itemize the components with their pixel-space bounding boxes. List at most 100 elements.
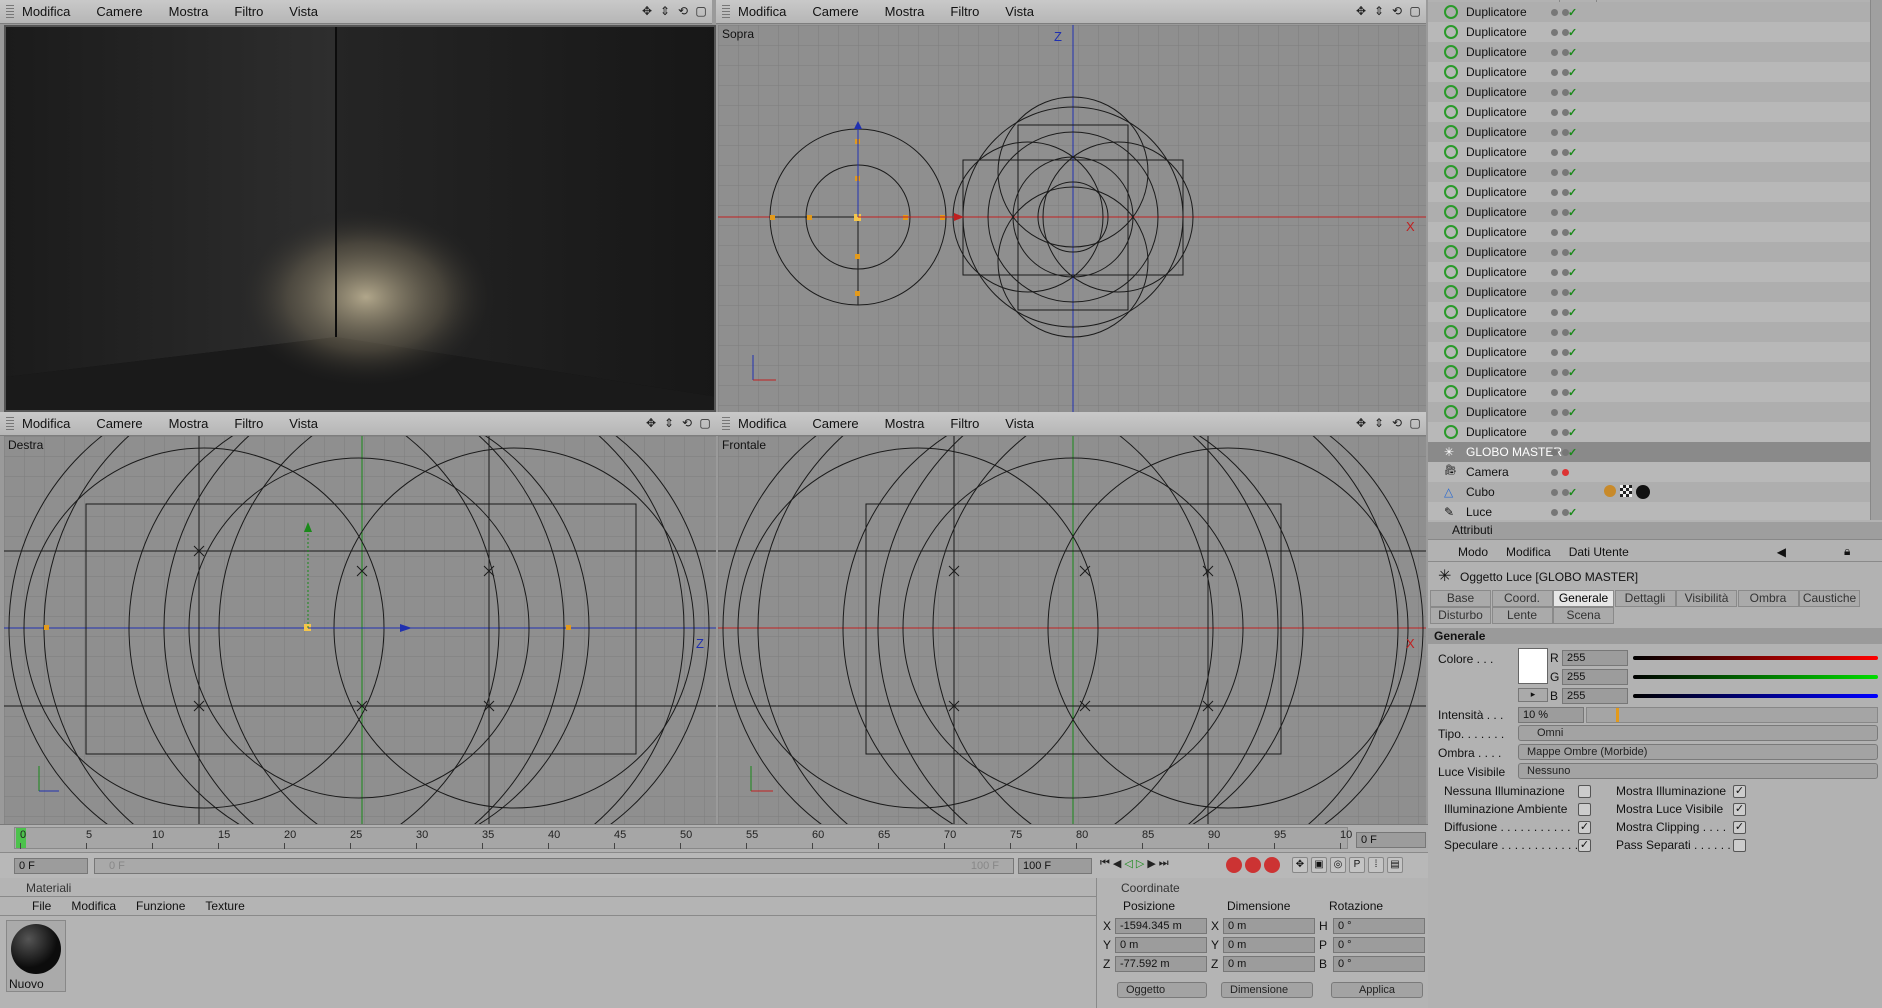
menu-filtro[interactable]: Filtro	[234, 416, 263, 431]
tab-a3[interactable]: Dettagli	[1614, 590, 1676, 607]
visibility-dots[interactable]	[1551, 308, 1569, 316]
enabled-check-icon[interactable]: ✓	[1568, 26, 1577, 39]
visibility-dots[interactable]	[1551, 188, 1569, 196]
object-row-luce[interactable]: ✎ Luce ✓	[1428, 502, 1882, 522]
visibility-dots[interactable]	[1551, 108, 1569, 116]
tab-b0[interactable]: Disturbo	[1430, 607, 1491, 624]
tab-a6[interactable]: Caustiche	[1799, 590, 1860, 607]
object-row-duplicatore[interactable]: Duplicatore ✓	[1428, 82, 1882, 102]
object-row-duplicatore[interactable]: Duplicatore ✓	[1428, 222, 1882, 242]
check-left-0-checkbox[interactable]	[1578, 785, 1591, 798]
rotate-view-icon[interactable]: ⟲	[680, 416, 694, 430]
position-field[interactable]: -1594.345 m	[1115, 918, 1207, 934]
maximize-icon[interactable]: ▢	[694, 4, 708, 18]
enabled-check-icon[interactable]: ✓	[1568, 506, 1577, 519]
visibility-dots[interactable]	[1551, 448, 1569, 456]
visibility-dots[interactable]	[1551, 208, 1569, 216]
enabled-check-icon[interactable]: ✓	[1568, 306, 1577, 319]
pos-key-icon[interactable]: ✥	[1292, 857, 1308, 873]
menu-modo[interactable]: Modo	[1458, 545, 1488, 559]
rotation-field[interactable]: 0 °	[1333, 918, 1425, 934]
intensity-field[interactable]: 10 %	[1518, 707, 1584, 723]
object-row-duplicatore[interactable]: Duplicatore ✓	[1428, 2, 1882, 22]
r-slider[interactable]	[1633, 656, 1878, 660]
grip-handle[interactable]	[6, 5, 14, 19]
menu-texture[interactable]: Texture	[205, 899, 244, 913]
scale-key-icon[interactable]: ▣	[1311, 857, 1327, 873]
tab-b2[interactable]: Scena	[1553, 607, 1614, 624]
enabled-check-icon[interactable]: ✓	[1568, 206, 1577, 219]
check-right-1-checkbox[interactable]: ✓	[1733, 803, 1746, 816]
g-slider[interactable]	[1633, 675, 1878, 679]
keyframe-sel-icon[interactable]	[1264, 857, 1280, 873]
r-field[interactable]: 255	[1562, 650, 1628, 666]
object-row-globo[interactable]: ✳ GLOBO MASTER ✓	[1428, 442, 1882, 462]
b-slider[interactable]	[1633, 694, 1878, 698]
autokey-icon[interactable]	[1245, 857, 1261, 873]
enabled-check-icon[interactable]: ✓	[1568, 446, 1577, 459]
menu-camere[interactable]: Camere	[96, 416, 142, 431]
viewport-top[interactable]: Z X Sopra	[718, 25, 1426, 412]
visibility-dots[interactable]	[1551, 268, 1569, 276]
tab-b1[interactable]: Lente	[1491, 607, 1553, 624]
intensity-slider[interactable]	[1586, 707, 1878, 723]
menu-camere[interactable]: Camere	[812, 4, 858, 19]
object-row-cubo[interactable]: △ Cubo ✓	[1428, 482, 1882, 502]
object-row-duplicatore[interactable]: Duplicatore ✓	[1428, 262, 1882, 282]
menu-modifica[interactable]: Modifica	[738, 4, 786, 19]
menu-mostra[interactable]: Mostra	[169, 416, 209, 431]
enabled-check-icon[interactable]: ✓	[1568, 146, 1577, 159]
sphere-tag-icon[interactable]	[1636, 485, 1650, 499]
enabled-check-icon[interactable]: ✓	[1568, 426, 1577, 439]
intensity-slider-handle[interactable]	[1616, 708, 1619, 722]
goto-start-icon[interactable]: ⏮	[1100, 857, 1110, 870]
enabled-check-icon[interactable]: ✓	[1568, 166, 1577, 179]
visibility-dots[interactable]	[1551, 468, 1569, 476]
visibility-dots[interactable]	[1551, 48, 1569, 56]
end-frame-field[interactable]: 100 F	[1018, 858, 1092, 874]
object-row-duplicatore[interactable]: Duplicatore ✓	[1428, 122, 1882, 142]
object-row-duplicatore[interactable]: Duplicatore ✓	[1428, 102, 1882, 122]
tag-icons[interactable]	[1604, 485, 1650, 499]
enabled-check-icon[interactable]: ✓	[1568, 386, 1577, 399]
menu-filtro[interactable]: Filtro	[950, 416, 979, 431]
range-slider[interactable]: 0 F 100 F	[94, 858, 1014, 874]
shadow-dropdown[interactable]: Mappe Ombre (Morbide)	[1518, 744, 1878, 760]
menu-vista[interactable]: Vista	[289, 416, 318, 431]
record-icon[interactable]	[1226, 857, 1242, 873]
menu-filtro[interactable]: Filtro	[234, 4, 263, 19]
object-row-duplicatore[interactable]: Duplicatore ✓	[1428, 202, 1882, 222]
scale-view-icon[interactable]: ⇕	[1372, 4, 1386, 18]
prev-key-icon[interactable]: ◀	[1113, 857, 1121, 870]
object-row-duplicatore[interactable]: Duplicatore ✓	[1428, 242, 1882, 262]
viewport-right[interactable]: Z Destra	[4, 436, 716, 824]
menu-vista[interactable]: Vista	[1005, 416, 1034, 431]
menu-camere[interactable]: Camere	[96, 4, 142, 19]
back-arrow-icon[interactable]: ◀	[1777, 545, 1786, 559]
check-right-0-checkbox[interactable]: ✓	[1733, 785, 1746, 798]
object-row-duplicatore[interactable]: Duplicatore ✓	[1428, 342, 1882, 362]
visibility-dots[interactable]	[1551, 388, 1569, 396]
menu-camere[interactable]: Camere	[812, 416, 858, 431]
visibility-dots[interactable]	[1551, 68, 1569, 76]
timeline[interactable]: 0 5 10 15 20 25 30 35 40 45 50 55 60 65 70 75 80 85 90 95 10…	[0, 824, 1428, 852]
visibility-dots[interactable]	[1551, 148, 1569, 156]
enabled-check-icon[interactable]: ✓	[1568, 126, 1577, 139]
pla-key-icon[interactable]: ⁞	[1368, 857, 1384, 873]
enabled-check-icon[interactable]: ✓	[1568, 406, 1577, 419]
tab-a4[interactable]: Visibilità	[1676, 590, 1737, 607]
position-field[interactable]: 0 m	[1115, 937, 1207, 953]
object-row-duplicatore[interactable]: Duplicatore ✓	[1428, 422, 1882, 442]
param-key-icon[interactable]: P	[1349, 857, 1365, 873]
visibility-dots[interactable]	[1551, 288, 1569, 296]
visibility-dots[interactable]	[1551, 508, 1569, 516]
lock-icon[interactable]: 🔒︎	[1844, 544, 1850, 559]
enabled-check-icon[interactable]: ✓	[1568, 346, 1577, 359]
visibility-dots[interactable]	[1551, 168, 1569, 176]
grip-handle[interactable]	[722, 417, 730, 431]
menu-modifica[interactable]: Modifica	[22, 4, 70, 19]
dimension-field[interactable]: 0 m	[1223, 937, 1315, 953]
enabled-check-icon[interactable]: ✓	[1568, 86, 1577, 99]
menu-modifica[interactable]: Modifica	[22, 416, 70, 431]
enabled-check-icon[interactable]: ✓	[1568, 66, 1577, 79]
